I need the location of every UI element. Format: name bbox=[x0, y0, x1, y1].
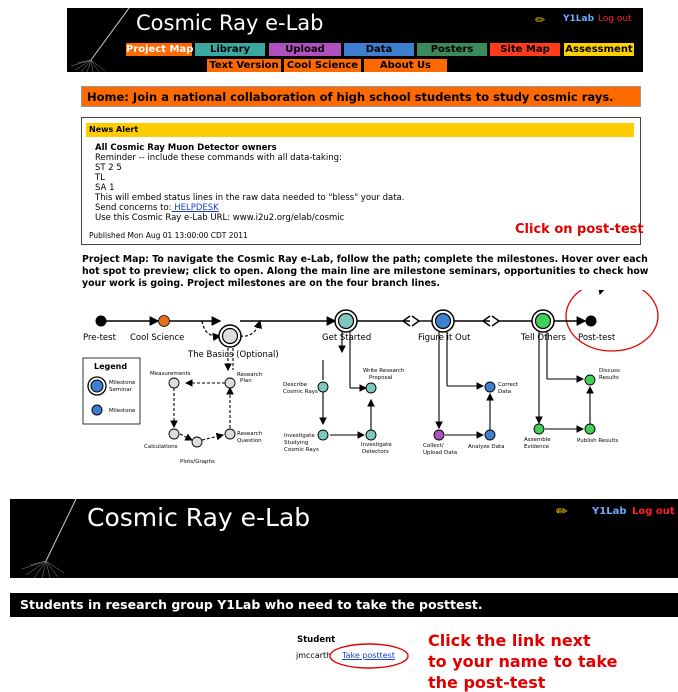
label-write-proposal: Write Research bbox=[363, 368, 405, 374]
annotation-link-circle bbox=[329, 643, 409, 669]
annotation-link-instruction: to your name to take bbox=[428, 652, 618, 671]
label-collect-2: Upload Data bbox=[423, 450, 457, 456]
group-posttest-heading: Students in research group Y1Lab who nee… bbox=[10, 593, 678, 617]
logout-link[interactable]: Log out bbox=[598, 14, 632, 24]
home-banner: Home: Join a national collaboration of h… bbox=[81, 86, 641, 107]
node-research-plan[interactable] bbox=[224, 377, 236, 389]
node-research-question[interactable] bbox=[224, 428, 236, 440]
site-header: Cosmic Ray e-Lab ✏ Y1Lab Log out Project… bbox=[67, 8, 643, 72]
label-figure-it-out: Figure it Out bbox=[418, 333, 471, 343]
node-analyze-data[interactable] bbox=[484, 429, 496, 441]
label-investigate-studying-3: Cosmic Rays bbox=[284, 447, 319, 453]
label-cool-science: Cool Science bbox=[130, 333, 184, 343]
label-calculations: Calculations bbox=[144, 444, 178, 450]
annotation-post-test: Click on post-test bbox=[515, 222, 644, 237]
site-header-bottom: Cosmic Ray e-Lab ✏ Y1Lab Log out bbox=[10, 499, 678, 578]
label-investigate-detectors: Investigate bbox=[361, 442, 392, 448]
label-pre-test: Pre-test bbox=[83, 333, 117, 343]
node-post-test[interactable] bbox=[585, 315, 597, 327]
pencil-icon[interactable]: ✏ bbox=[535, 13, 545, 27]
nav-assessment[interactable]: Assessment bbox=[564, 43, 634, 56]
label-describe-2: Cosmic Rays bbox=[283, 389, 318, 395]
label-correct-2: Data bbox=[498, 389, 511, 395]
news-alert-header: News Alert bbox=[86, 123, 634, 137]
annotation-link-instruction: Click the link next bbox=[428, 631, 591, 650]
logout-link[interactable]: Log out bbox=[632, 506, 675, 517]
label-assemble-2: Evidence bbox=[524, 444, 550, 450]
username[interactable]: Y1Lab bbox=[563, 14, 594, 24]
label-investigate-studying-2: Studying bbox=[284, 440, 308, 446]
label-tell-others: Tell Others bbox=[520, 333, 567, 343]
label-publish: Publish Results bbox=[577, 438, 618, 444]
news-published-date: Published Mon Aug 01 13:00:00 CDT 2011 bbox=[89, 231, 248, 240]
site-title[interactable]: Cosmic Ray e-Lab bbox=[136, 11, 323, 35]
label-measurements: Measurements bbox=[150, 371, 191, 377]
node-pre-test[interactable] bbox=[95, 315, 107, 327]
project-map-diagram: Pre-test Cool Science The Basics (Option… bbox=[82, 290, 659, 465]
label-research-question: Research bbox=[237, 431, 263, 437]
cosmic-shower-logo-icon bbox=[70, 8, 130, 72]
label-investigate-studying: Investigate bbox=[284, 433, 315, 439]
node-describe-cosmic-rays[interactable] bbox=[317, 381, 329, 393]
label-analyze: Analyze Data bbox=[468, 444, 505, 450]
nav-text-version[interactable]: Text Version bbox=[207, 59, 281, 72]
label-discuss-2: Results bbox=[599, 375, 619, 381]
nav-about-us[interactable]: About Us bbox=[364, 59, 447, 72]
label-assemble: Assemble bbox=[524, 437, 551, 443]
nav-upload[interactable]: Upload bbox=[269, 43, 341, 56]
node-plots-graphs[interactable] bbox=[191, 436, 203, 448]
label-discuss: Discuss bbox=[599, 368, 620, 374]
news-line: Reminder -- include these commands with … bbox=[95, 153, 342, 163]
nav-cool-science[interactable]: Cool Science bbox=[284, 59, 361, 72]
legend-seminar: Milestone bbox=[109, 380, 136, 386]
nav-data[interactable]: Data bbox=[344, 43, 414, 56]
node-cool-science[interactable] bbox=[158, 315, 170, 327]
label-research-plan-2: Plan bbox=[240, 378, 252, 384]
node-correct-data[interactable] bbox=[484, 381, 496, 393]
label-write-proposal-2: Proposal bbox=[369, 375, 393, 381]
node-assemble-evidence[interactable] bbox=[533, 423, 545, 435]
student-name: jmccarth bbox=[296, 651, 332, 660]
label-collect: Collect/ bbox=[423, 443, 444, 449]
node-investigate-detectors[interactable] bbox=[365, 429, 377, 441]
site-title[interactable]: Cosmic Ray e-Lab bbox=[87, 503, 310, 532]
news-line: SA 1 bbox=[95, 183, 115, 193]
news-concerns: Send concerns to: HELPDESK bbox=[95, 203, 219, 213]
node-measurements[interactable] bbox=[168, 377, 180, 389]
project-map-intro: Project Map: To navigate the Cosmic Ray … bbox=[82, 254, 649, 289]
node-publish-results[interactable] bbox=[584, 423, 596, 435]
news-line: ST 2 5 bbox=[95, 163, 122, 173]
helpdesk-link[interactable]: HELPDESK bbox=[172, 203, 219, 213]
nav-project-map[interactable]: Project Map bbox=[126, 43, 193, 56]
label-describe: Describe bbox=[283, 382, 308, 388]
news-line: TL bbox=[95, 173, 105, 183]
pencil-icon[interactable]: ✏ bbox=[556, 504, 568, 520]
username[interactable]: Y1Lab bbox=[592, 506, 626, 517]
news-line: This will embed status lines in the raw … bbox=[95, 193, 405, 203]
label-post-test: Post-test bbox=[578, 333, 616, 343]
label-investigate-detectors-2: Detectors bbox=[362, 449, 389, 455]
cosmic-shower-logo-icon bbox=[21, 499, 77, 578]
label-get-started: Get Started bbox=[322, 333, 371, 343]
node-investigate-studying[interactable] bbox=[317, 429, 329, 441]
annotation-arrow bbox=[597, 290, 606, 296]
node-discuss-results[interactable] bbox=[584, 374, 596, 386]
legend-milestone: Milestone bbox=[109, 408, 136, 414]
node-write-research-proposal[interactable] bbox=[365, 382, 377, 394]
label-plots-graphs: Plots/Graphs bbox=[180, 459, 215, 465]
news-url-line: Use this Cosmic Ray e-Lab URL: www.i2u2.… bbox=[95, 213, 345, 223]
news-title: All Cosmic Ray Muon Detector owners bbox=[95, 143, 277, 153]
map-legend: Legend Milestone Seminar Milestone bbox=[82, 357, 141, 425]
legend-title: Legend bbox=[94, 362, 127, 371]
legend-seminar-2: Seminar bbox=[109, 387, 133, 393]
node-collect-upload-data[interactable] bbox=[433, 429, 445, 441]
label-correct: Correct bbox=[498, 382, 519, 388]
nav-posters[interactable]: Posters bbox=[417, 43, 487, 56]
nav-library[interactable]: Library bbox=[195, 43, 265, 56]
news-concerns-label: Send concerns to: bbox=[95, 203, 172, 213]
nav-site-map[interactable]: Site Map bbox=[490, 43, 560, 56]
label-research-question-2: Question bbox=[237, 438, 262, 444]
annotation-link-instruction: the post-test bbox=[428, 673, 546, 692]
node-calculations[interactable] bbox=[168, 428, 180, 440]
